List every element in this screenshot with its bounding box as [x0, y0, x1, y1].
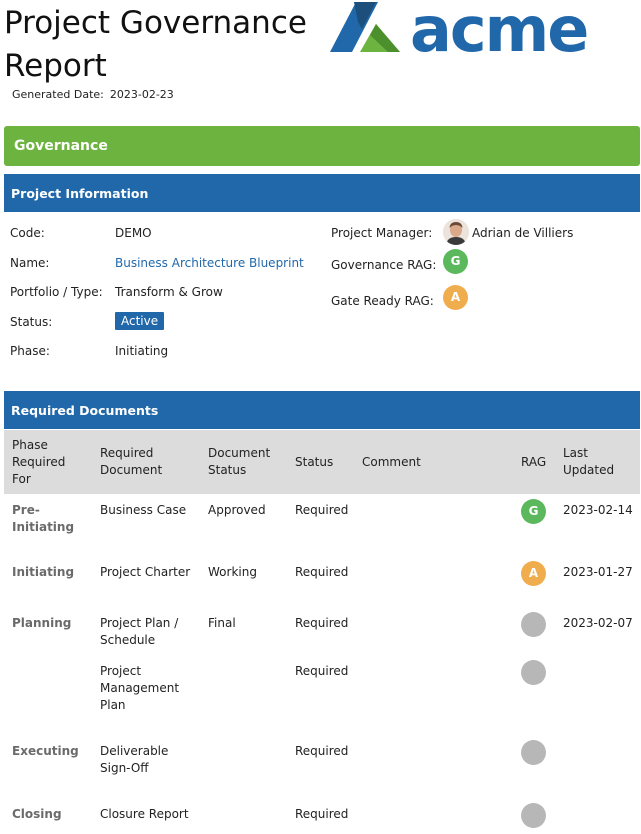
row-document: Project Charter [100, 565, 191, 579]
row-document-line: Schedule [100, 633, 156, 647]
table-row: Project Management Plan Required [4, 660, 640, 719]
phase-value: Initiating [115, 344, 169, 358]
col-phase-header: Phase Required For [12, 437, 65, 488]
col-doc-status-header: Document Status [208, 445, 270, 479]
project-manager-name: Adrian de Villiers [472, 226, 574, 240]
phase-label: Phase: [10, 344, 50, 358]
row-status: Required [295, 744, 349, 758]
row-rag-badge [521, 612, 546, 637]
table-row: Executing Deliverable Sign-Off Required [4, 740, 640, 783]
row-updated: 2023-02-14 [563, 503, 633, 517]
row-document-line: Management [100, 681, 180, 695]
row-status: Required [295, 503, 349, 517]
portfolio-value: Transform & Grow [115, 285, 223, 299]
governance-rag-label: Governance RAG: [331, 258, 437, 272]
row-document: Project Plan / Schedule [100, 615, 178, 649]
row-phase: Planning [12, 616, 72, 630]
row-rag-badge [521, 660, 546, 685]
gate-ready-rag-label: Gate Ready RAG: [331, 294, 434, 308]
col-status-header: Status [295, 455, 334, 469]
col-phase-line: Phase [12, 438, 48, 452]
gate-ready-rag-row: Gate Ready RAG: A [331, 284, 631, 320]
documents-table-header: Phase Required For Required Document Doc… [4, 430, 640, 494]
project-information-header: Project Information [4, 174, 640, 212]
col-doc-status-line: Document [208, 446, 271, 460]
project-manager-row: Project Manager: Adrian de Villiers [331, 218, 631, 248]
col-rag-header: RAG [521, 455, 547, 469]
row-document-line: Sign-Off [100, 761, 149, 775]
col-updated-line: Updated [563, 463, 615, 477]
col-updated-line: Last [563, 446, 588, 460]
governance-rag-row: Governance RAG: G [331, 248, 631, 284]
col-document-line: Document [100, 463, 163, 477]
row-document: Project Management Plan [100, 663, 179, 714]
code-label: Code: [10, 226, 45, 240]
person-avatar-icon [443, 219, 469, 245]
row-phase: Closing [12, 807, 62, 821]
row-phase: Initiating [12, 565, 75, 579]
row-phase: Executing [12, 744, 79, 758]
row-document: Business Case [100, 503, 187, 517]
portfolio-label: Portfolio / Type: [10, 285, 103, 299]
generated-date-value: 2023-02-23 [109, 88, 174, 101]
table-row: Initiating Project Charter Working Requi… [4, 561, 640, 604]
row-updated: 2023-02-07 [563, 616, 633, 630]
acme-logo: acme acme [330, 2, 589, 56]
col-updated-header: Last Updated [563, 445, 614, 479]
row-rag-badge: G [521, 499, 546, 524]
row-status: Required [295, 807, 349, 821]
report-title: Project Governance Report [4, 5, 307, 84]
row-phase: Pre- Initiating [12, 502, 74, 536]
code-value: DEMO [115, 226, 152, 240]
row-rag-badge [521, 740, 546, 765]
row-document-line: Deliverable [100, 744, 169, 758]
status-badge: Active [115, 311, 165, 330]
row-doc-status: Approved [208, 503, 266, 517]
col-document-header: Required Document [100, 445, 162, 479]
col-doc-status-line: Status [208, 463, 247, 477]
generated-date-label: Generated Date: [12, 88, 104, 101]
gate-ready-rag-badge: A [443, 285, 468, 310]
col-document-line: Required [100, 446, 154, 460]
table-row: Pre- Initiating Business Case Approved R… [4, 499, 640, 558]
row-doc-status: Working [208, 565, 257, 579]
governance-rag-badge: G [443, 249, 468, 274]
row-document-line: Project Plan / [100, 616, 179, 630]
row-rag-badge [521, 803, 546, 828]
table-row: Closing Closure Report Required [4, 803, 640, 832]
avatar [443, 219, 469, 245]
row-phase-line: Initiating [12, 520, 75, 534]
row-rag-badge: A [521, 561, 546, 586]
row-status: Required [295, 616, 349, 630]
svg-text:acme: acme [410, 2, 587, 56]
row-phase-line: Pre- [12, 503, 40, 517]
row-document: Deliverable Sign-Off [100, 743, 168, 777]
governance-section-bar: Governance [4, 126, 640, 166]
generated-date: Generated Date: 2023-02-23 [12, 88, 174, 101]
row-status: Required [295, 565, 349, 579]
col-phase-line: For [12, 472, 31, 486]
row-doc-status: Final [208, 616, 236, 630]
required-documents-header: Required Documents [4, 391, 640, 429]
col-comment-header: Comment [362, 455, 421, 469]
row-status: Required [295, 664, 349, 678]
status-label: Status: [10, 314, 53, 329]
row-document-line: Plan [100, 698, 126, 712]
project-manager-label: Project Manager: [331, 226, 433, 240]
col-phase-line: Required [12, 455, 66, 469]
name-label: Name: [10, 255, 50, 270]
row-document: Closure Report [100, 807, 189, 821]
row-document-line: Project [100, 664, 142, 678]
project-info-right: Project Manager: Adrian de Villiers Gove… [331, 218, 631, 320]
table-row: Planning Project Plan / Schedule Final R… [4, 612, 640, 659]
row-updated: 2023-01-27 [563, 565, 633, 579]
project-name-link[interactable]: Business Architecture Blueprint [115, 256, 304, 270]
